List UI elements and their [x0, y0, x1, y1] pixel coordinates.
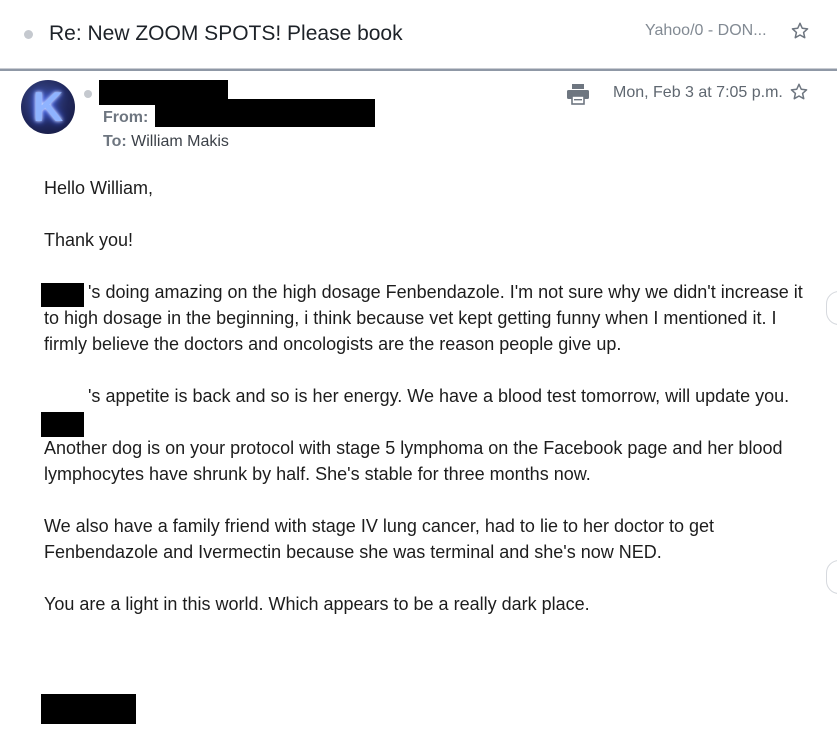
body-paragraph: You are a light in this world. Which app… — [44, 594, 590, 614]
body-paragraph: 's doing amazing on the high dosage Fenb… — [44, 279, 804, 357]
body-paragraph: We also have a family friend with stage … — [44, 516, 715, 562]
thread-subject: Re: New ZOOM SPOTS! Please book — [49, 22, 403, 45]
message-card: K From: To: William Makis Mon, Feb 3 at … — [0, 69, 837, 737]
recipient-name[interactable]: William Makis — [131, 133, 229, 150]
thread-header: Re: New ZOOM SPOTS! Please book Yahoo/0 … — [0, 0, 837, 69]
body-paragraph: Another dog is on your protocol with sta… — [44, 438, 783, 484]
from-label: From: — [103, 109, 149, 126]
thanks-line: Thank you! — [44, 230, 134, 250]
to-line: To: William Makis — [103, 133, 229, 151]
sender-status-dot — [84, 90, 92, 98]
message-date: Mon, Feb 3 at 7:05 p.m. — [613, 84, 783, 101]
redacted-from-address — [155, 99, 375, 127]
redacted-name — [41, 412, 84, 437]
star-icon[interactable] — [790, 21, 810, 41]
redacted-name — [41, 283, 84, 307]
body-paragraph: 's appetite is back and so is her energy… — [44, 383, 804, 409]
greeting: Hello William, — [44, 178, 154, 198]
to-label: To: — [103, 133, 127, 150]
unread-dot — [24, 30, 33, 39]
redacted-signature — [41, 694, 136, 724]
paragraph-text: 's appetite is back and so is her energy… — [88, 386, 790, 406]
avatar-letter: K — [32, 83, 64, 130]
sender-avatar[interactable]: K — [21, 80, 75, 134]
printer-icon[interactable] — [566, 83, 590, 105]
folder-label[interactable]: Yahoo/0 - DON... — [645, 22, 767, 40]
star-icon[interactable] — [789, 82, 809, 102]
message-body: Hello William, Thank you! 's doing amazi… — [44, 175, 804, 643]
paragraph-text: 's doing amazing on the high dosage Fenb… — [44, 282, 803, 354]
